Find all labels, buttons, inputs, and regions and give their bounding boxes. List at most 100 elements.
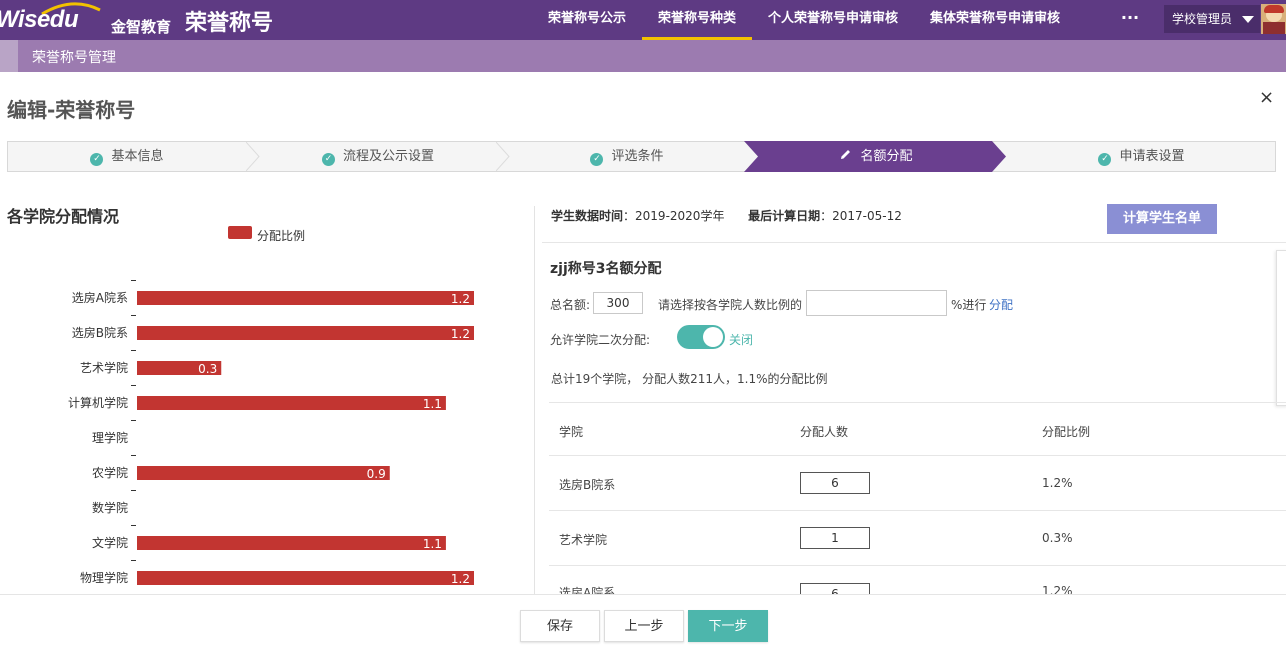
caret-down-icon <box>1242 16 1254 23</box>
total-quota-label: 总名额: <box>550 298 591 312</box>
label-colon: ： <box>623 209 636 223</box>
toggle-state-label: 关闭 <box>729 333 754 347</box>
category-label: 农学院 <box>92 465 128 480</box>
footer-action-bar: 保存 上一步 下一步 <box>0 594 1286 645</box>
step-label: 申请表设置 <box>1119 149 1185 164</box>
toggle-knob <box>703 327 723 347</box>
cell-college: 选房B院系 <box>559 478 616 492</box>
previous-step-button[interactable]: 上一步 <box>604 610 684 642</box>
column-header-college: 学院 <box>559 425 584 439</box>
nav-item-group-review[interactable]: 集体荣誉称号申请审核 <box>914 0 1076 40</box>
calculate-student-list-button[interactable]: 计算学生名单 <box>1107 204 1217 234</box>
divider <box>542 242 1286 243</box>
bar <box>137 291 474 305</box>
avatar-hair <box>1264 5 1284 13</box>
bar <box>137 536 446 550</box>
table-row-border <box>549 510 1286 511</box>
category-label: 计算机学院 <box>68 395 128 410</box>
nav-item-honor-publicity[interactable]: 荣誉称号公示 <box>532 0 642 40</box>
ratio-suffix: %进行 <box>951 298 987 312</box>
close-icon[interactable]: × <box>1259 87 1274 108</box>
legend-swatch[interactable] <box>228 226 252 239</box>
cell-college: 艺术学院 <box>559 533 608 547</box>
avatar-body <box>1263 22 1285 34</box>
bar <box>137 326 474 340</box>
category-label: 艺术学院 <box>80 360 128 375</box>
column-header-ratio: 分配比例 <box>1042 425 1091 439</box>
bar-value-label: 1.2 <box>451 292 470 306</box>
more-menu-icon[interactable]: ··· <box>1116 0 1144 40</box>
bar-value-label: 0.3 <box>198 362 217 376</box>
table-top-border <box>549 402 1286 403</box>
step-form-settings[interactable]: ✓ 申请表设置 <box>1008 142 1275 171</box>
step-label: 基本信息 <box>111 149 164 164</box>
step-wizard: ✓ 基本信息 ✓ 流程及公示设置 ✓ 评选条件 名额分配 ✓ 申请表设置 <box>7 141 1276 172</box>
allocation-summary: 总计19个学院， 分配人数211人，1.1%的分配比例 <box>551 372 828 386</box>
page-title: 编辑-荣誉称号 <box>7 98 136 122</box>
step-basic-info[interactable]: ✓ 基本信息 <box>8 142 246 171</box>
app-title: 荣誉称号 <box>185 11 274 36</box>
second-allocation-label: 允许学院二次分配: <box>550 333 651 347</box>
second-allocation-toggle[interactable] <box>677 325 725 349</box>
subbar-edge <box>0 40 18 72</box>
last-calc-label: 最后计算日期 <box>748 209 821 223</box>
last-calc-value: 2017-05-12 <box>832 209 902 223</box>
logo-chinese-name: 金智教育 <box>111 18 172 36</box>
step-process-settings[interactable]: ✓ 流程及公示设置 <box>260 142 496 171</box>
nav-item-honor-types[interactable]: 荣誉称号种类 <box>642 0 753 40</box>
user-role-dropdown[interactable]: 学校管理员 <box>1164 5 1260 33</box>
main-nav: 荣誉称号公示 荣誉称号种类 个人荣誉称号申请审核 集体荣誉称号申请审核 <box>532 0 1076 40</box>
subheader-title: 荣誉称号管理 <box>32 50 116 66</box>
category-label: 理学院 <box>92 430 128 445</box>
label-colon: ： <box>820 209 833 223</box>
category-label: 物理学院 <box>80 570 128 585</box>
pencil-icon <box>841 150 851 159</box>
table-row-border <box>549 565 1286 566</box>
column-header-count: 分配人数 <box>800 425 849 439</box>
total-quota-input[interactable]: 300 <box>593 292 643 314</box>
step-selection-criteria[interactable]: ✓ 评选条件 <box>510 142 744 171</box>
bar-value-label: 1.2 <box>451 327 470 341</box>
subheader-bar: 荣誉称号管理 <box>18 40 1286 72</box>
category-label: 文学院 <box>92 535 128 550</box>
ratio-input[interactable] <box>806 290 947 316</box>
bar <box>137 396 446 410</box>
chart-title: 各学院分配情况 <box>7 207 120 226</box>
allocation-bar-chart: 选房A院系 1.2 选房B院系 1.2 艺术学院 0.3 计算机学院 1.1 理学院农学院 0.9… <box>68 280 474 586</box>
nav-item-personal-review[interactable]: 个人荣誉称号申请审核 <box>752 0 914 40</box>
category-label: 数学院 <box>92 500 128 515</box>
next-step-button[interactable]: 下一步 <box>688 610 768 642</box>
logo: Wisedu <box>0 6 79 33</box>
data-time-value: 2019-2020学年 <box>635 209 725 223</box>
section-title: zjj称号3名额分配 <box>550 261 662 277</box>
allocate-link[interactable]: 分配 <box>989 296 1013 313</box>
cell-ratio: 0.3% <box>1042 531 1073 545</box>
bar-value-label: 1.2 <box>451 572 470 586</box>
top-navigation-bar: Wisedu 金智教育 荣誉称号 荣誉称号公示 荣誉称号种类 个人荣誉称号申请审… <box>0 0 1286 40</box>
avatar[interactable] <box>1261 4 1286 34</box>
step-label: 流程及公示设置 <box>342 149 434 164</box>
cell-ratio: 1.2% <box>1042 476 1073 490</box>
save-button[interactable]: 保存 <box>520 610 600 642</box>
table-row-border <box>549 455 1286 456</box>
step-separator <box>246 142 260 171</box>
check-circle-icon: ✓ <box>590 153 604 166</box>
user-role-label: 学校管理员 <box>1172 12 1233 26</box>
step-separator <box>496 142 510 171</box>
data-info-line: 学生数据时间：2019-2020学年 最后计算日期：2017-05-12 <box>551 207 902 224</box>
step-quota-allocation[interactable]: 名额分配 <box>758 142 994 171</box>
bar-value-label: 1.1 <box>423 537 442 551</box>
check-circle-icon: ✓ <box>321 153 335 166</box>
step-label: 评选条件 <box>611 149 664 164</box>
bar <box>137 466 390 480</box>
side-drawer-tab[interactable] <box>1276 250 1286 406</box>
bar-value-label: 1.1 <box>423 397 442 411</box>
check-circle-icon: ✓ <box>1098 153 1112 166</box>
step-label: 名额分配 <box>860 149 913 164</box>
cell-count-input[interactable]: 6 <box>800 472 870 494</box>
cell-count-input[interactable]: 1 <box>800 527 870 549</box>
data-time-label: 学生数据时间 <box>551 209 624 223</box>
category-label: 选房B院系 <box>72 325 128 340</box>
bar-value-label: 0.9 <box>367 467 386 481</box>
check-circle-icon: ✓ <box>90 153 104 166</box>
